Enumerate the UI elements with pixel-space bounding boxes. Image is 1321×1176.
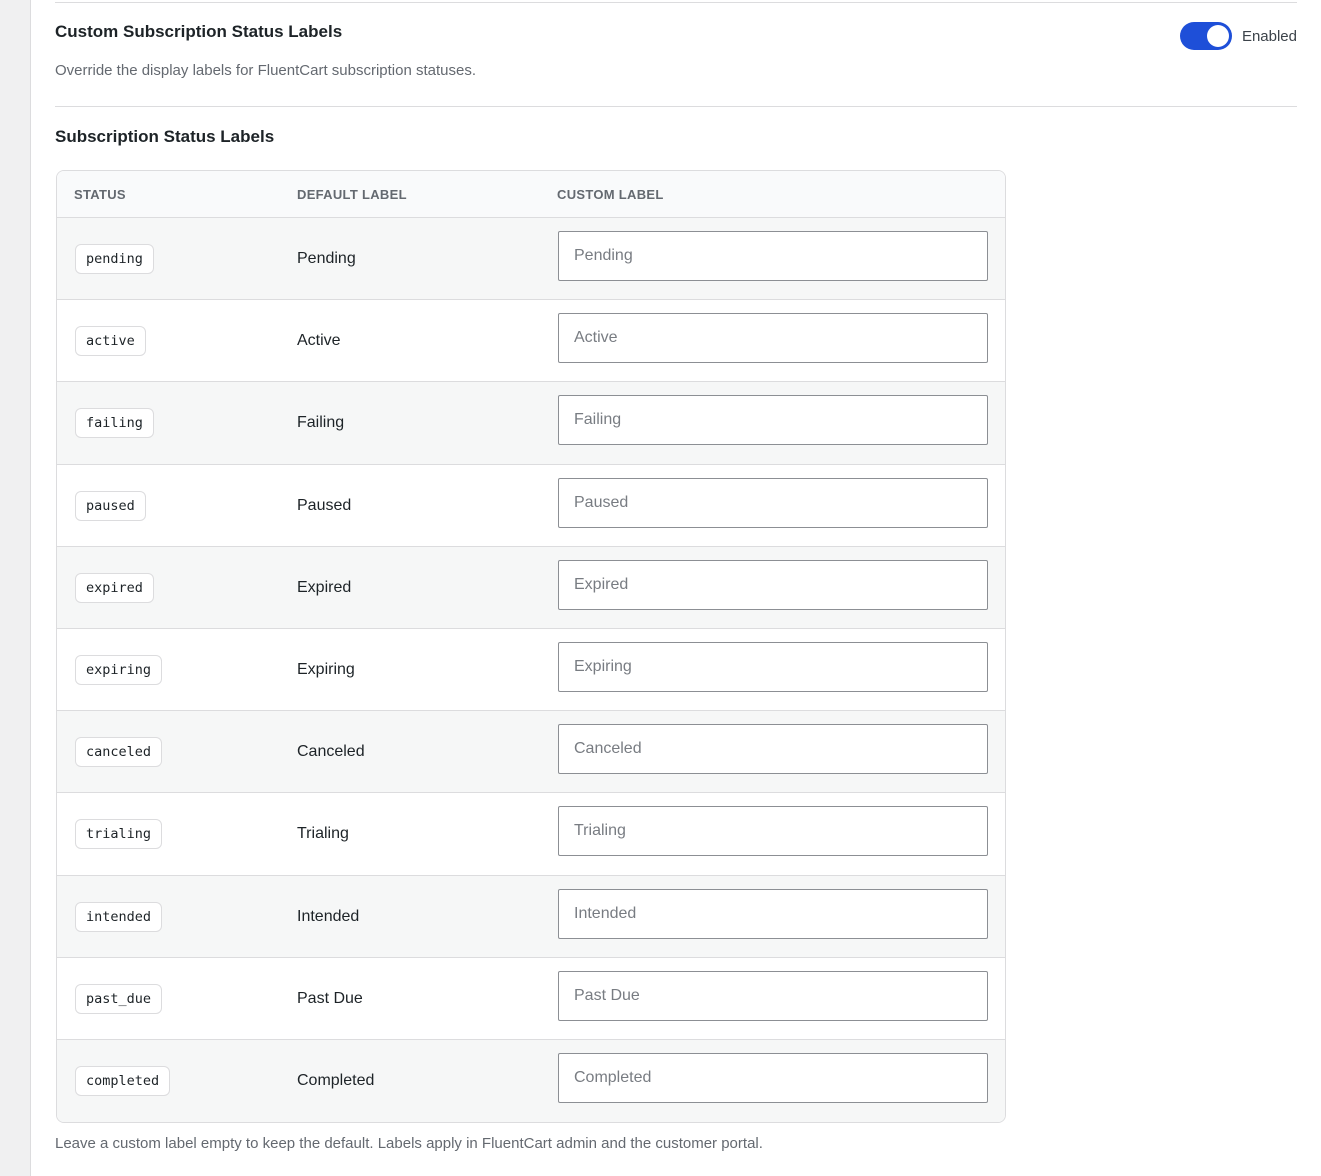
table-row-intended: intended Intended bbox=[57, 875, 1005, 958]
top-divider bbox=[55, 2, 1297, 3]
footer-note: Leave a custom label empty to keep the d… bbox=[55, 1135, 763, 1152]
status-code-chip: canceled bbox=[75, 737, 163, 768]
custom-label-input-pending[interactable] bbox=[558, 231, 988, 281]
custom-label-input-past-due[interactable] bbox=[558, 970, 988, 1021]
custom-label-input-completed[interactable] bbox=[558, 1052, 988, 1103]
status-code-chip: past_due bbox=[75, 983, 163, 1014]
default-label-text: Completed bbox=[297, 1071, 375, 1089]
default-label-text: Trialing bbox=[297, 825, 349, 843]
custom-label-input-intended[interactable] bbox=[558, 888, 988, 939]
status-labels-table: STATUS DEFAULT LABEL CUSTOM LABEL pendin… bbox=[56, 170, 1006, 1123]
table-row-active: active Active bbox=[57, 300, 1005, 383]
default-label-text: Pending bbox=[297, 250, 356, 267]
status-code-chip: failing bbox=[75, 408, 154, 439]
default-label-text: Expired bbox=[297, 578, 352, 596]
settings-card: Custom Subscription Status Labels Overri… bbox=[30, 0, 1321, 1176]
status-code-chip: intended bbox=[75, 901, 163, 932]
custom-label-input-failing[interactable] bbox=[558, 395, 988, 446]
default-label-text: Active bbox=[297, 332, 341, 350]
column-header-custom-label: CUSTOM LABEL bbox=[557, 187, 664, 202]
status-code-chip: pending bbox=[75, 244, 154, 274]
section-title: Subscription Status Labels bbox=[55, 127, 275, 146]
column-header-default-label: DEFAULT LABEL bbox=[297, 187, 407, 202]
status-code-chip: trialing bbox=[75, 819, 163, 850]
status-code-chip: active bbox=[75, 326, 146, 357]
status-code-chip: expiring bbox=[75, 654, 163, 685]
enable-toggle-group: Enabled bbox=[1179, 22, 1297, 50]
default-label-text: Past Due bbox=[297, 989, 363, 1007]
default-label-text: Failing bbox=[297, 414, 345, 432]
table-row-expired: expired Expired bbox=[57, 546, 1005, 629]
custom-label-input-canceled[interactable] bbox=[558, 724, 988, 775]
default-label-text: Paused bbox=[297, 496, 352, 514]
settings-title: Custom Subscription Status Labels bbox=[55, 22, 343, 41]
table-row-pending: pending Pending bbox=[57, 218, 1005, 301]
default-label-text: Intended bbox=[297, 907, 360, 925]
status-code-chip: expired bbox=[75, 572, 154, 603]
table-row-completed: completed Completed bbox=[57, 1039, 1005, 1122]
section-divider bbox=[55, 106, 1297, 107]
custom-label-input-paused[interactable] bbox=[558, 477, 988, 528]
table-body: pending Pending active Active failing Failing… bbox=[57, 218, 1005, 1122]
status-code-chip: paused bbox=[75, 490, 146, 521]
default-label-text: Canceled bbox=[297, 743, 365, 761]
column-header-status: STATUS bbox=[74, 187, 126, 202]
enable-toggle[interactable] bbox=[1179, 22, 1232, 50]
custom-label-input-active[interactable] bbox=[558, 313, 988, 364]
table-row-failing: failing Failing bbox=[57, 382, 1005, 465]
custom-label-input-expiring[interactable] bbox=[558, 641, 988, 692]
settings-description: Override the display labels for FluentCa… bbox=[55, 62, 477, 79]
table-row-past-due: past_due Past Due bbox=[57, 958, 1005, 1040]
table-row-canceled: canceled Canceled bbox=[57, 711, 1005, 794]
custom-label-input-trialing[interactable] bbox=[558, 806, 988, 857]
table-row-paused: paused Paused bbox=[57, 465, 1005, 547]
admin-left-gutter bbox=[0, 0, 30, 1176]
table-header: STATUS DEFAULT LABEL CUSTOM LABEL bbox=[57, 171, 1005, 218]
table-row-expiring: expiring Expiring bbox=[57, 629, 1005, 712]
custom-label-input-expired[interactable] bbox=[558, 559, 988, 610]
default-label-text: Expiring bbox=[297, 660, 355, 678]
toggle-knob bbox=[1206, 25, 1229, 47]
settings-header: Custom Subscription Status Labels Overri… bbox=[55, 22, 1297, 82]
toggle-label: Enabled bbox=[1241, 27, 1297, 45]
table-row-trialing: trialing Trialing bbox=[57, 793, 1005, 876]
status-code-chip: completed bbox=[75, 1065, 171, 1096]
